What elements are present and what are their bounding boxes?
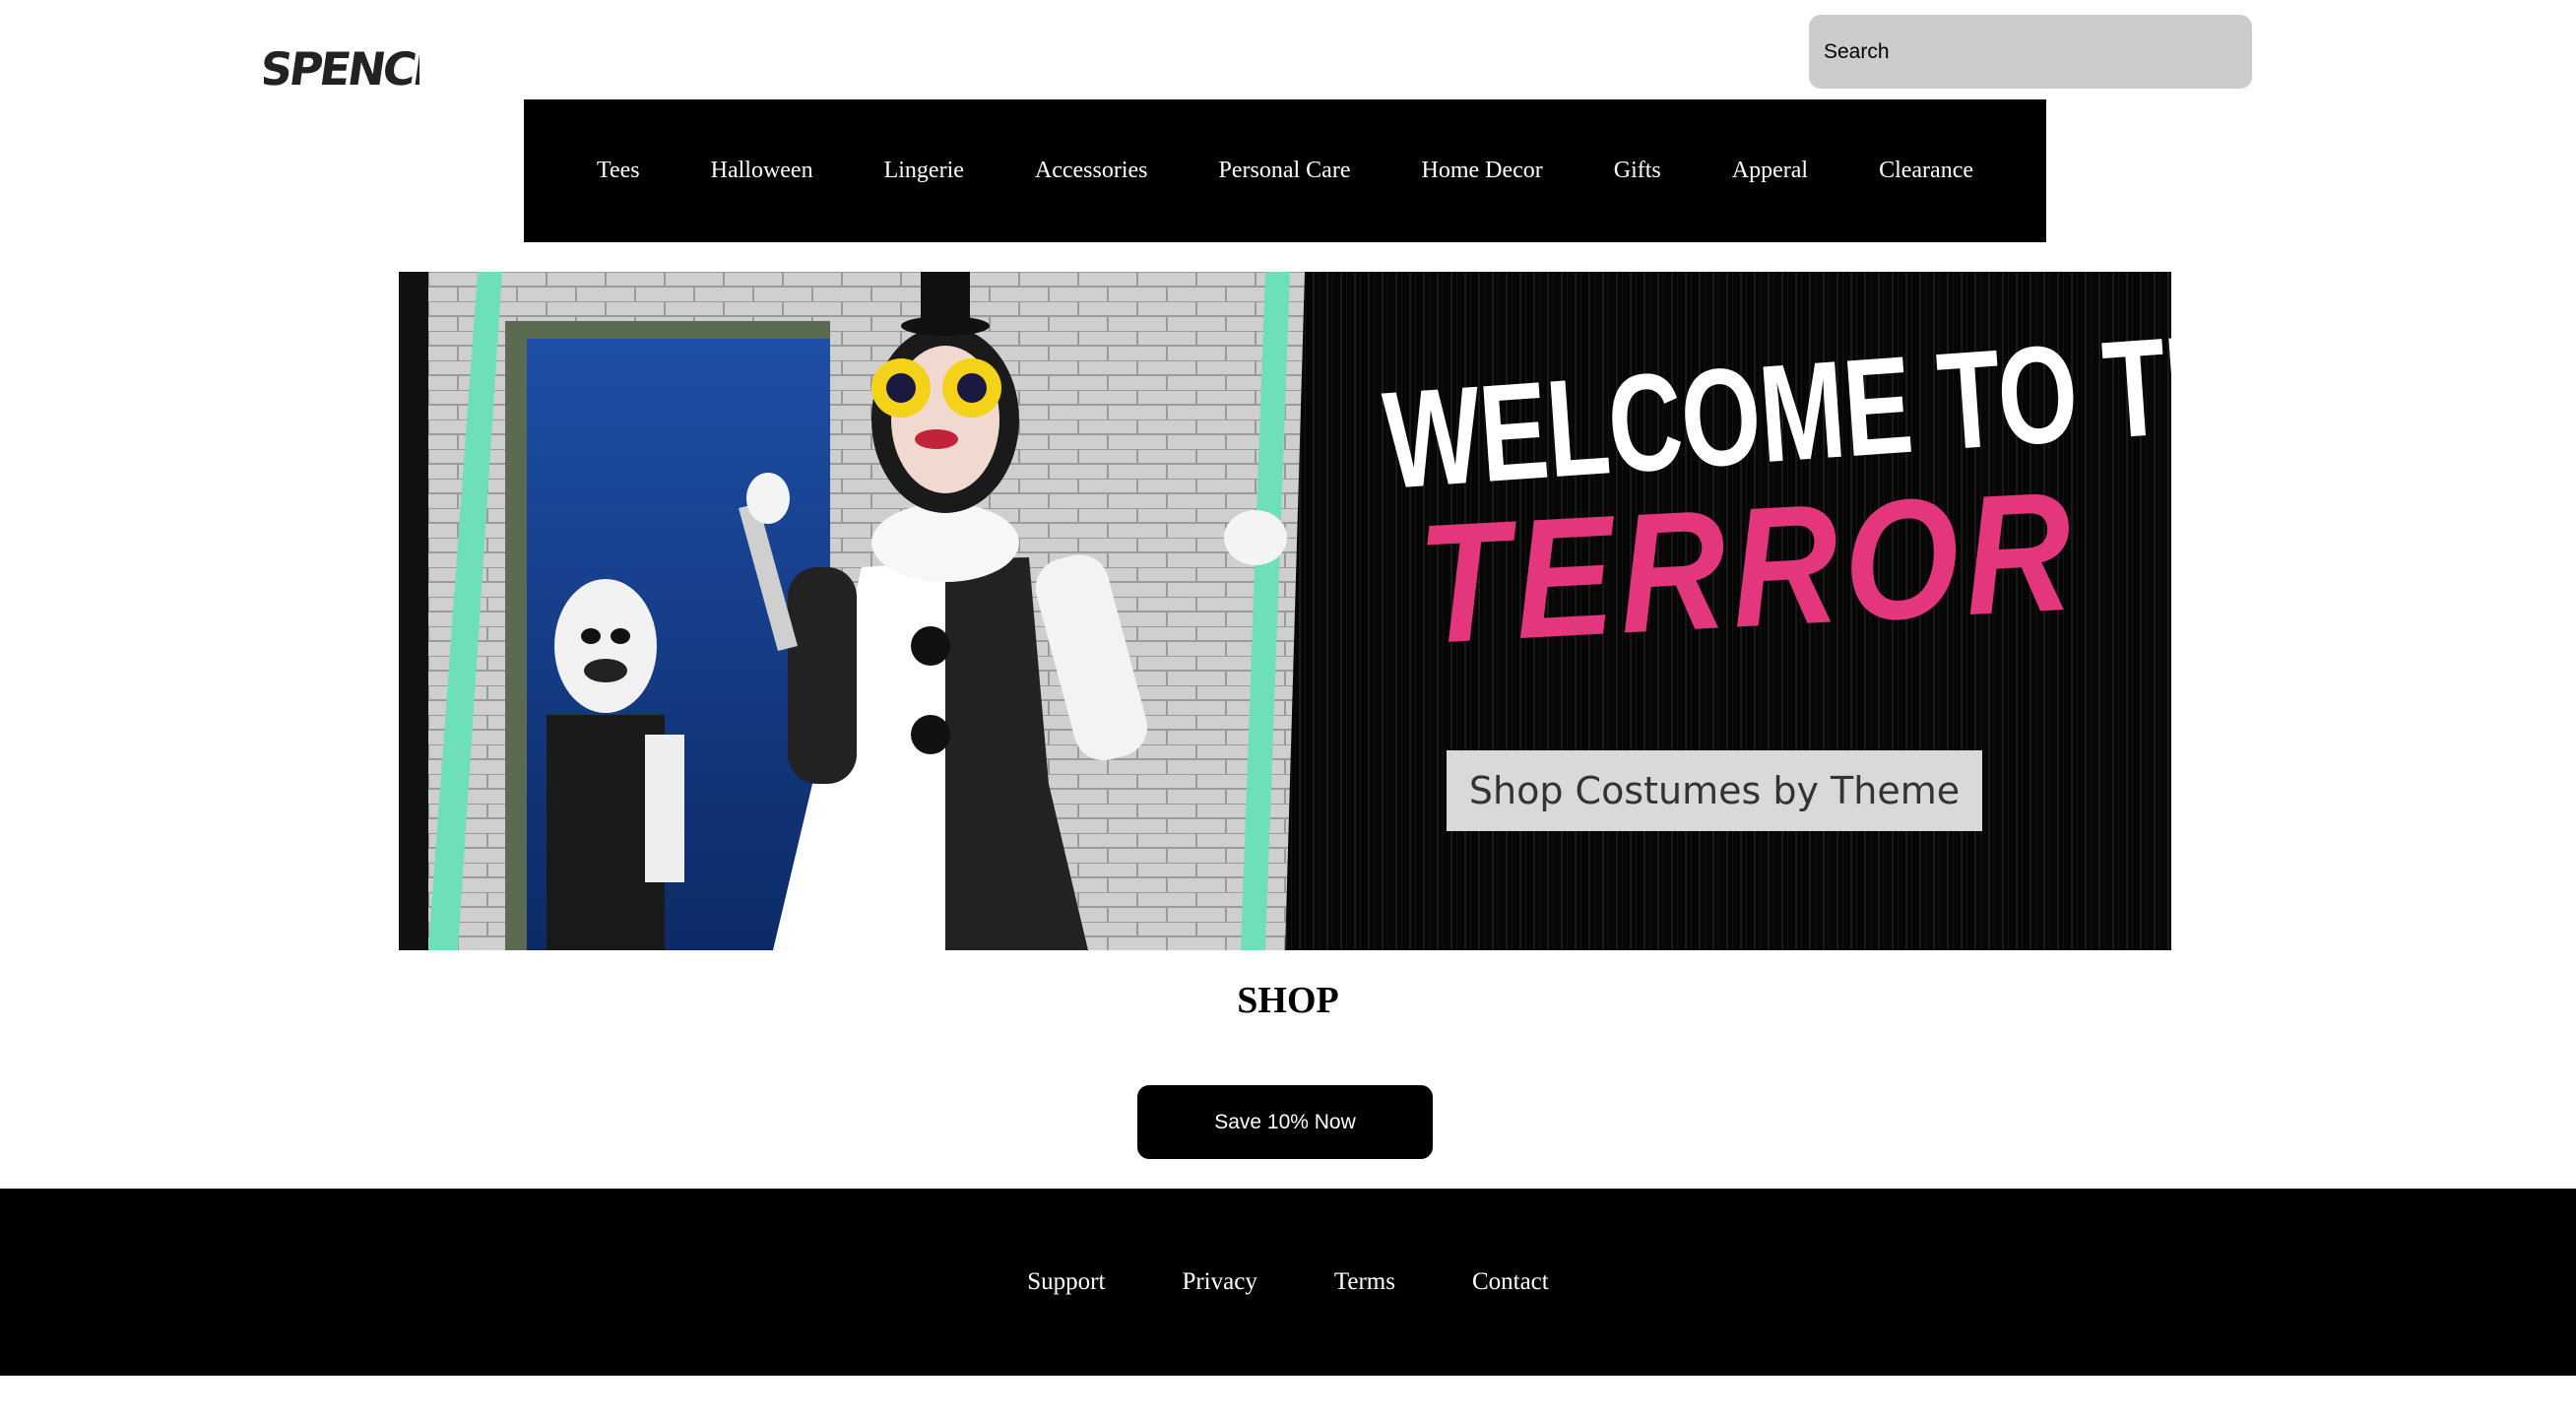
nav-item-tees[interactable]: Tees: [597, 158, 640, 184]
nav-item-personal-care[interactable]: Personal Care: [1219, 158, 1351, 184]
footer-link-contact[interactable]: Contact: [1472, 1268, 1549, 1296]
hero-banner[interactable]: WELCOME TO THE TERROR Shop Costumes by T…: [399, 272, 2171, 950]
nav-item-home-decor[interactable]: Home Decor: [1421, 158, 1542, 184]
main-nav: Tees Halloween Lingerie Accessories Pers…: [524, 99, 2046, 242]
footer-link-terms[interactable]: Terms: [1334, 1268, 1395, 1296]
nav-item-halloween[interactable]: Halloween: [711, 158, 813, 184]
nav-item-lingerie[interactable]: Lingerie: [884, 158, 964, 184]
nav-item-gifts[interactable]: Gifts: [1614, 158, 1661, 184]
spencers-logo[interactable]: SPENCER'S: [264, 28, 419, 102]
save-10-percent-button[interactable]: Save 10% Now: [1137, 1085, 1433, 1159]
search-input[interactable]: [1809, 15, 2252, 89]
section-title-shop: SHOP: [1237, 980, 1339, 1021]
footer-link-support[interactable]: Support: [1027, 1268, 1105, 1296]
hero-headline: WELCOME TO THE TERROR: [1379, 300, 2171, 679]
nav-item-accessories[interactable]: Accessories: [1035, 158, 1148, 184]
nav-item-clearance[interactable]: Clearance: [1879, 158, 1973, 184]
svg-text:SPENCER'S: SPENCER'S: [264, 42, 419, 96]
footer: Support Privacy Terms Contact: [0, 1189, 2576, 1376]
hero-headline-terror: TERROR: [1413, 455, 2083, 679]
nav-item-apperal[interactable]: Apperal: [1732, 158, 1808, 184]
shop-costumes-by-theme-button[interactable]: Shop Costumes by Theme: [1447, 750, 1982, 831]
footer-link-privacy[interactable]: Privacy: [1182, 1268, 1256, 1296]
